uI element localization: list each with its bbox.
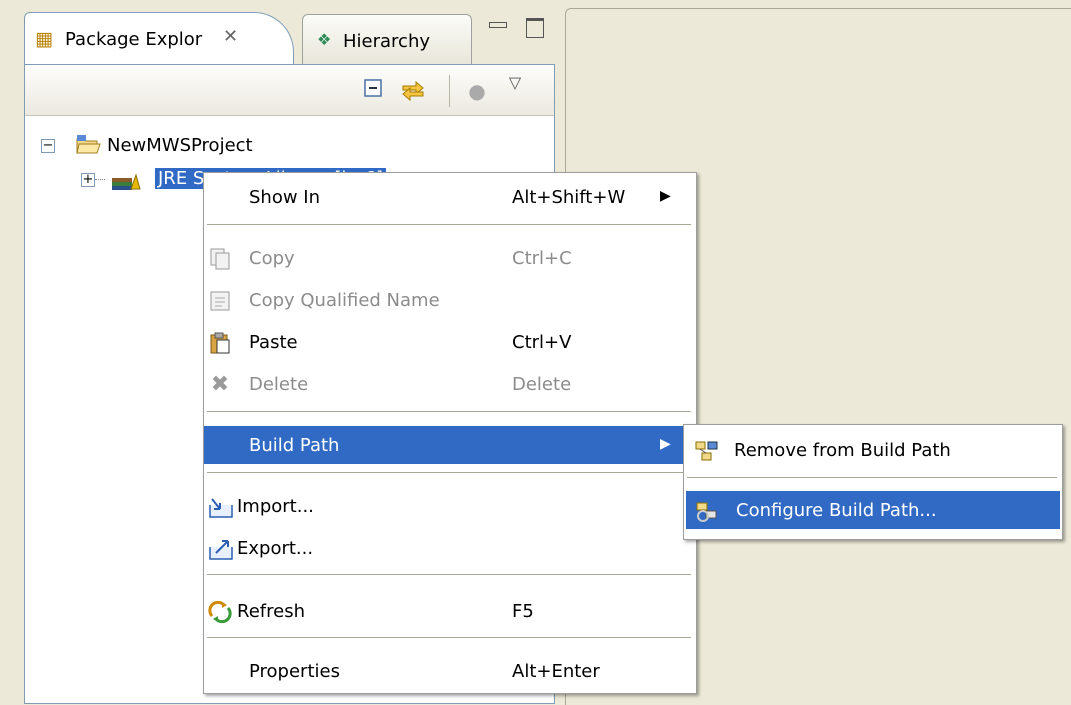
menu-item-label: Import... — [237, 496, 314, 517]
collapse-all-icon[interactable] — [359, 77, 387, 105]
menu-item-remove-from-build-path[interactable]: Remove from Build Path — [684, 431, 1060, 469]
menu-item-export[interactable]: Export... — [204, 529, 694, 567]
menu-item-delete[interactable]: ✖ Delete Delete — [204, 365, 694, 403]
collapse-icon[interactable]: − — [41, 139, 55, 153]
menu-item-paste[interactable]: Paste Ctrl+V — [204, 323, 694, 361]
remove-from-build-path-icon — [694, 439, 718, 463]
view-toolbar: ● ▽ — [25, 65, 554, 116]
menu-item-accelerator: Ctrl+C — [512, 248, 572, 269]
menu-item-label: Paste — [249, 332, 298, 353]
menu-separator — [207, 411, 691, 413]
menu-item-label: Copy Qualified Name — [249, 290, 440, 311]
filters-icon[interactable]: ● — [463, 77, 491, 105]
menu-item-copy[interactable]: Copy Ctrl+C — [204, 239, 694, 277]
menu-item-build-path[interactable]: Build Path ▶ — [204, 426, 694, 464]
menu-item-accelerator: Delete — [512, 374, 572, 395]
menu-item-accelerator: F5 — [512, 601, 534, 622]
maximize-button[interactable] — [520, 12, 550, 42]
menu-item-label: Properties — [249, 661, 340, 682]
toolbar-separator — [449, 75, 450, 107]
close-icon[interactable]: ✕ — [223, 26, 238, 47]
tab-label: Hierarchy — [343, 31, 431, 52]
minimize-button[interactable] — [483, 12, 513, 42]
copy-icon — [208, 247, 232, 271]
build-path-submenu: Remove from Build Path Configure Build P… — [683, 424, 1063, 540]
expand-icon[interactable]: + — [81, 173, 95, 187]
menu-separator — [207, 637, 691, 639]
configure-build-path-icon — [694, 499, 718, 523]
menu-item-label: Configure Build Path... — [736, 500, 937, 521]
tree-item-label: NewMWSProject — [107, 135, 253, 156]
tab-hierarchy[interactable]: ❖ Hierarchy — [302, 14, 472, 64]
menu-item-label: Delete — [249, 374, 309, 395]
menu-item-show-in[interactable]: Show In Alt+Shift+W ▶ — [204, 178, 694, 216]
menu-item-accelerator: Alt+Shift+W — [512, 187, 626, 208]
menu-item-properties[interactable]: Properties Alt+Enter — [204, 652, 694, 690]
menu-separator — [687, 477, 1057, 479]
menu-item-import[interactable]: Import... — [204, 487, 694, 525]
paste-icon — [208, 331, 232, 355]
menu-item-accelerator: Ctrl+V — [512, 332, 572, 353]
menu-item-label: Copy — [249, 248, 295, 269]
tree-connector — [95, 179, 105, 180]
refresh-icon — [208, 600, 232, 624]
import-icon — [208, 495, 233, 519]
tab-label: Package Explor — [65, 29, 203, 50]
menu-item-label: Export... — [237, 538, 314, 559]
view-menu-icon[interactable]: ▽ — [501, 69, 529, 97]
menu-item-configure-build-path[interactable]: Configure Build Path... — [686, 491, 1060, 529]
menu-separator — [207, 224, 691, 226]
view-tab-bar: ▦ Package Explor ✕ ❖ Hierarchy — [20, 8, 555, 64]
context-menu: Show In Alt+Shift+W ▶ Copy Ctrl+C Copy Q… — [203, 172, 697, 694]
package-explorer-icon: ▦ — [35, 28, 53, 50]
delete-icon: ✖ — [210, 372, 230, 397]
menu-separator — [207, 472, 691, 474]
menu-item-label: Build Path — [249, 435, 340, 456]
menu-item-label: Refresh — [237, 601, 305, 622]
submenu-arrow-icon: ▶ — [660, 188, 671, 204]
export-icon — [208, 537, 233, 561]
menu-item-accelerator: Alt+Enter — [512, 661, 600, 682]
link-with-editor-icon[interactable] — [399, 77, 427, 105]
menu-item-label: Remove from Build Path — [734, 440, 951, 461]
hierarchy-icon: ❖ — [317, 30, 332, 49]
menu-item-refresh[interactable]: Refresh F5 — [204, 592, 694, 630]
menu-separator — [207, 574, 691, 576]
copy-qualified-name-icon — [208, 289, 232, 313]
tab-package-explorer[interactable]: ▦ Package Explor ✕ — [24, 12, 294, 64]
library-icon — [111, 169, 141, 196]
menu-item-copy-qualified-name[interactable]: Copy Qualified Name — [204, 281, 694, 319]
open-project-folder-icon — [75, 133, 101, 162]
menu-item-label: Show In — [249, 187, 321, 208]
submenu-arrow-icon: ▶ — [660, 436, 671, 452]
